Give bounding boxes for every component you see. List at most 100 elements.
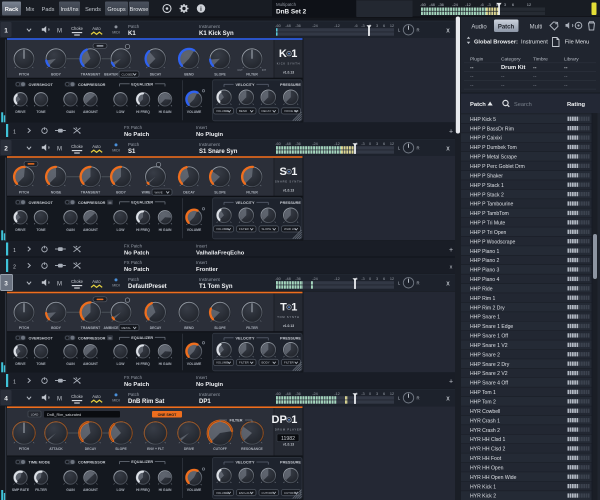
svg-text:X: X: [446, 146, 450, 152]
svg-text:Instrument: Instrument: [199, 142, 221, 147]
svg-text:0: 0: [369, 142, 371, 146]
svg-text:OVERSHOOT: OVERSHOOT: [29, 337, 54, 341]
svg-text:PITCH: PITCH: [19, 326, 30, 330]
svg-text:HHP P Tambourine: HHP P Tambourine: [470, 202, 513, 208]
svg-text:AMOUNT: AMOUNT: [83, 110, 99, 114]
svg-text:v1.0.13: v1.0.13: [283, 324, 294, 328]
svg-text:Groups: Groups: [107, 7, 126, 13]
svg-text:6: 6: [383, 392, 385, 396]
svg-text:K: K: [279, 48, 287, 60]
svg-text:AMOUNT: AMOUNT: [83, 488, 99, 492]
svg-text:VOLUME: VOLUME: [216, 491, 228, 495]
svg-text:2: 2: [13, 264, 16, 270]
svg-text:EQUALIZER: EQUALIZER: [131, 82, 153, 86]
svg-text:K1: K1: [128, 31, 136, 37]
svg-text:GAIN: GAIN: [66, 362, 75, 366]
svg-text:--: --: [533, 74, 537, 80]
svg-text:M: M: [57, 282, 62, 288]
svg-text:FILTER: FILTER: [284, 361, 294, 365]
svg-text:VELOCITY: VELOCITY: [236, 201, 255, 205]
svg-text:BODY: BODY: [262, 361, 270, 365]
svg-text:-60: -60: [275, 277, 281, 281]
svg-text:HHP Snare 1 V2: HHP Snare 1 V2: [470, 343, 508, 349]
svg-text:-24: -24: [312, 392, 318, 396]
svg-text:--: --: [564, 65, 568, 71]
svg-text:--: --: [501, 82, 505, 88]
svg-text:VOLUME: VOLUME: [216, 227, 228, 231]
svg-text:Frontier: Frontier: [196, 267, 219, 273]
svg-text:Patch: Patch: [128, 142, 140, 147]
svg-text:Instrument: Instrument: [521, 39, 548, 45]
svg-text:DECAY: DECAY: [183, 190, 195, 194]
svg-text:4: 4: [4, 396, 8, 403]
svg-text:HHP Snare 2 V2: HHP Snare 2 V2: [470, 371, 508, 377]
svg-text:M: M: [109, 201, 112, 205]
svg-text:LOW: LOW: [117, 110, 126, 114]
svg-text:DRIVE: DRIVE: [15, 110, 26, 114]
svg-text:BEND: BEND: [239, 109, 247, 113]
svg-text:-48: -48: [285, 142, 291, 146]
svg-text:-60: -60: [420, 2, 427, 7]
svg-text:Multipatch: Multipatch: [276, 2, 297, 7]
svg-text:Search: Search: [514, 102, 532, 108]
svg-text:HHP P Tri Open: HHP P Tri Open: [470, 230, 506, 236]
svg-text:PRESSURE: PRESSURE: [280, 201, 301, 205]
svg-text:11982: 11982: [281, 436, 295, 442]
svg-text:Auto: Auto: [92, 394, 101, 399]
svg-text:SLOPE: SLOPE: [262, 227, 272, 231]
svg-text:-36: -36: [295, 24, 301, 28]
svg-text:RESONANCE: RESONANCE: [241, 447, 263, 451]
svg-text:3: 3: [4, 281, 8, 288]
svg-text:-36: -36: [295, 142, 301, 146]
svg-text:HHP Snare 1: HHP Snare 1: [470, 315, 500, 321]
svg-text:LOW: LOW: [117, 362, 126, 366]
svg-text:No Plugin: No Plugin: [196, 382, 224, 388]
svg-text:HYR HH Open: HYR HH Open: [470, 465, 504, 471]
svg-text:Insert: Insert: [196, 375, 208, 380]
svg-text:HHP P TambTom: HHP P TambTom: [470, 211, 509, 217]
svg-text:1: 1: [291, 48, 297, 60]
svg-text:LOW: LOW: [117, 488, 126, 492]
svg-text:PRESSURE: PRESSURE: [280, 336, 301, 340]
svg-text:HHP Snare 1 Off: HHP Snare 1 Off: [470, 334, 509, 340]
svg-text:HHP Snare 2: HHP Snare 2: [470, 352, 500, 358]
svg-text:CUT: CUT: [237, 68, 243, 72]
svg-text:DnB_Rim_saturated: DnB_Rim_saturated: [47, 413, 81, 417]
svg-text:NOISE: NOISE: [51, 190, 62, 194]
svg-text:-48: -48: [285, 24, 291, 28]
svg-text:EQUALIZER: EQUALIZER: [131, 336, 153, 340]
svg-text:-60: -60: [275, 142, 281, 146]
svg-text:6: 6: [383, 142, 385, 146]
svg-text:HYR Crash 2: HYR Crash 2: [470, 428, 500, 434]
svg-text:Rack: Rack: [5, 7, 19, 13]
svg-text:HHP P Metal Scrape: HHP P Metal Scrape: [470, 155, 517, 161]
svg-text:VELOCITY: VELOCITY: [236, 461, 255, 465]
svg-text:ATTACK: ATTACK: [49, 447, 63, 451]
svg-text:-12: -12: [334, 24, 340, 28]
svg-text:--: --: [564, 82, 568, 88]
svg-text:Library: Library: [564, 56, 579, 62]
svg-text:BEND: BEND: [184, 326, 194, 330]
svg-text:v1.0.13: v1.0.13: [283, 70, 294, 74]
svg-text:BODY: BODY: [51, 326, 62, 330]
svg-text:3: 3: [376, 24, 378, 28]
svg-text:1: 1: [13, 379, 16, 385]
svg-text:HHP Tom 2: HHP Tom 2: [470, 400, 496, 406]
svg-text:SMP RATE: SMP RATE: [12, 488, 30, 492]
svg-text:HI GAIN: HI GAIN: [159, 362, 172, 366]
svg-text:AMOUNT: AMOUNT: [83, 228, 99, 232]
svg-text:R: R: [416, 396, 419, 401]
svg-text:DefaultPreset: DefaultPreset: [128, 284, 167, 290]
svg-text:X: X: [446, 281, 450, 287]
svg-text:TRANSIENT: TRANSIENT: [81, 72, 101, 76]
svg-text:Instrument: Instrument: [199, 277, 221, 282]
svg-text:R: R: [416, 146, 419, 151]
svg-text:TONE: TONE: [36, 110, 46, 114]
svg-text:LOW: LOW: [117, 228, 126, 232]
svg-text:BEATER: BEATER: [104, 72, 118, 76]
svg-text:TRANSIENT: TRANSIENT: [81, 190, 101, 194]
svg-text:No Plugin: No Plugin: [196, 132, 224, 138]
svg-text:METAL: METAL: [122, 326, 132, 330]
svg-text:HHP Snare 1 Edge: HHP Snare 1 Edge: [470, 324, 513, 330]
svg-text:HHP P Stack 2: HHP P Stack 2: [470, 192, 504, 198]
